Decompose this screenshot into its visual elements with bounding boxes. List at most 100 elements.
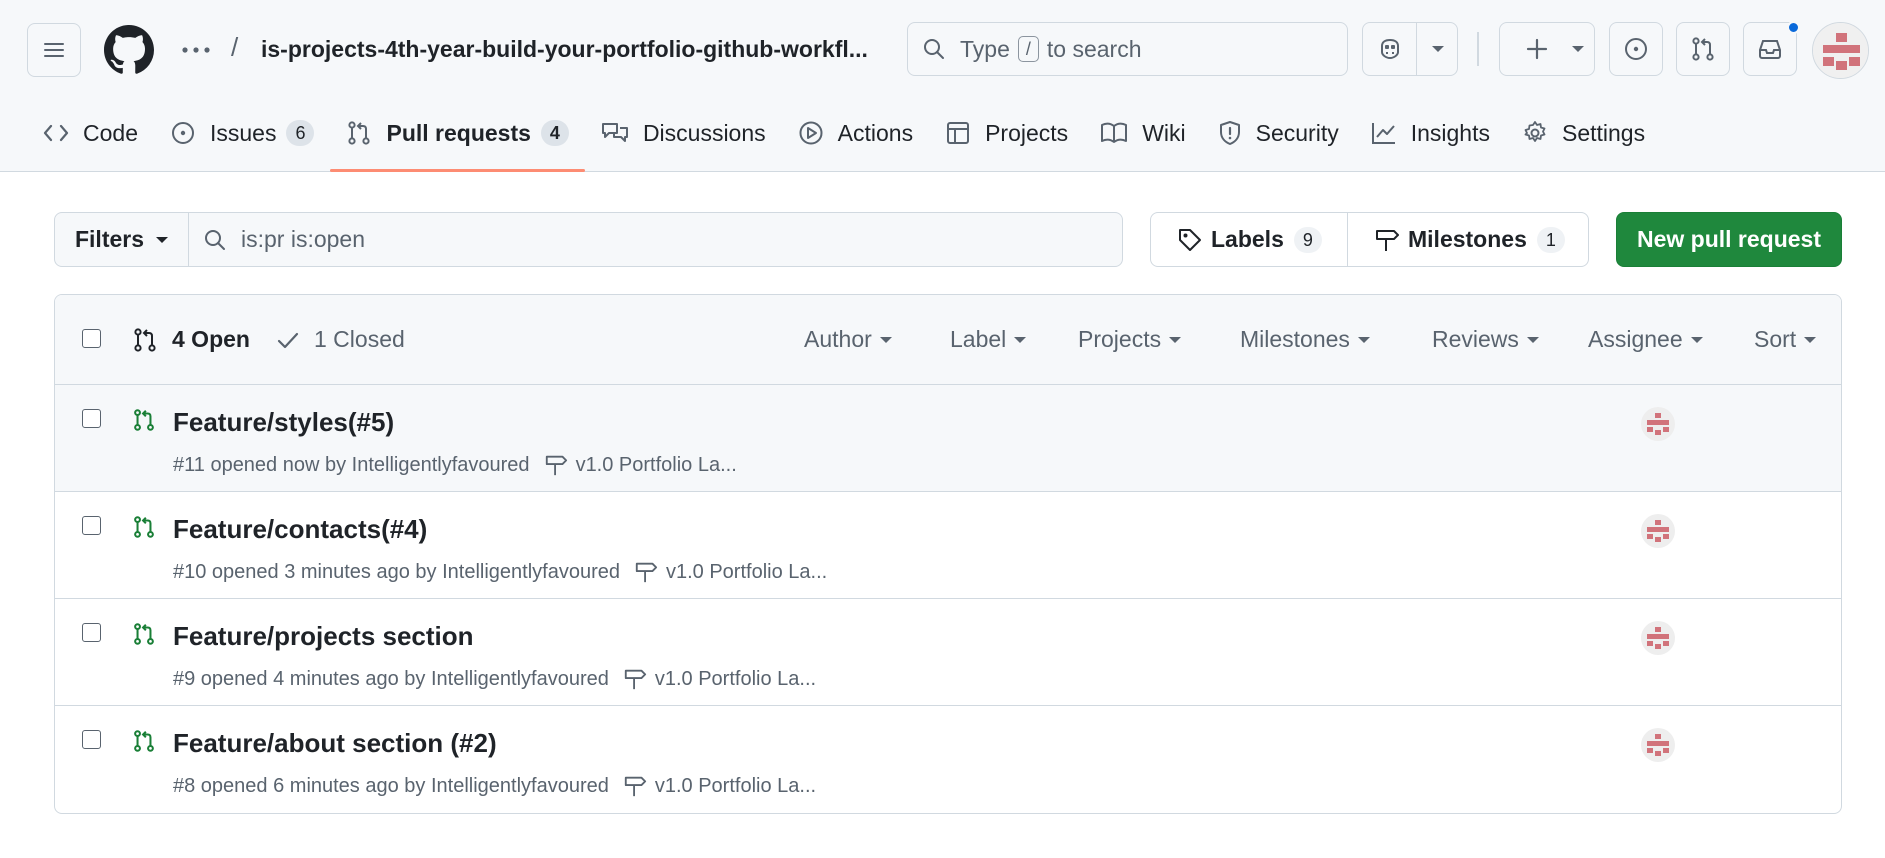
labels-label: Labels bbox=[1211, 226, 1284, 252]
table-icon bbox=[947, 122, 970, 144]
label-filter[interactable]: Label bbox=[950, 326, 1027, 353]
code-icon bbox=[43, 124, 69, 142]
issue-opened-icon bbox=[171, 122, 194, 144]
milestone-icon bbox=[624, 669, 646, 690]
opened-by-text: #10 opened 3 minutes ago by Intelligentl… bbox=[173, 560, 620, 583]
tab-label: Issues bbox=[209, 119, 277, 146]
pull-request-meta: #10 opened 3 minutes ago by Intelligentl… bbox=[173, 560, 827, 584]
open-filter-link[interactable]: 4 Open bbox=[132, 326, 250, 353]
pull-request-row[interactable]: Feature/styles(#5) #11 opened now by Int… bbox=[55, 385, 1841, 492]
milestones-button[interactable]: Milestones 1 bbox=[1348, 213, 1565, 266]
your-pull-requests-button[interactable] bbox=[1676, 22, 1730, 76]
git-pull-request-open-icon bbox=[134, 516, 154, 538]
tab-pull-requests[interactable]: Pull requests 4 bbox=[330, 100, 586, 172]
tab-wiki[interactable]: Wiki bbox=[1084, 100, 1201, 166]
tab-label: Code bbox=[83, 119, 138, 146]
tab-label: Projects bbox=[985, 119, 1069, 146]
reviews-filter[interactable]: Reviews bbox=[1432, 326, 1539, 353]
identicon bbox=[1647, 627, 1669, 649]
milestone-title: v1.0 Portfolio La... bbox=[654, 774, 817, 797]
sort-dropdown[interactable]: Sort bbox=[1754, 326, 1817, 353]
plus-icon bbox=[1526, 38, 1548, 60]
pull-request-title-link[interactable]: Feature/about section (#2) bbox=[173, 728, 497, 759]
pull-request-meta: #11 opened now by Intelligentlyfavoured … bbox=[173, 453, 737, 477]
tab-insights[interactable]: Insights bbox=[1355, 100, 1506, 166]
row-checkbox[interactable] bbox=[82, 409, 101, 428]
identicon bbox=[1813, 23, 1868, 78]
inbox-icon bbox=[1759, 40, 1781, 59]
tab-code[interactable]: Code bbox=[27, 100, 154, 166]
pull-request-meta: #8 opened 6 minutes ago by Intelligently… bbox=[173, 774, 816, 798]
comment-discussion-icon bbox=[601, 123, 628, 142]
triangle-down-icon bbox=[1014, 336, 1027, 343]
tab-label: Settings bbox=[1561, 119, 1646, 146]
row-checkbox[interactable] bbox=[82, 516, 101, 535]
filters-dropdown-button[interactable]: Filters bbox=[55, 213, 189, 266]
menu-icon bbox=[44, 43, 64, 57]
tab-label: Actions bbox=[837, 119, 914, 146]
row-checkbox[interactable] bbox=[82, 623, 101, 642]
opened-by-text: #11 opened now by Intelligentlyfavoured bbox=[173, 453, 530, 476]
search-icon bbox=[924, 39, 944, 59]
projects-filter[interactable]: Projects bbox=[1078, 326, 1182, 353]
assignee-avatar[interactable] bbox=[1641, 728, 1675, 762]
select-all-checkbox[interactable] bbox=[82, 329, 101, 348]
milestone-link[interactable]: v1.0 Portfolio La... bbox=[634, 560, 827, 584]
user-avatar[interactable] bbox=[1812, 22, 1869, 79]
author-filter[interactable]: Author bbox=[804, 326, 892, 353]
sort-label: Sort bbox=[1754, 326, 1797, 352]
pull-request-row[interactable]: Feature/projects section #9 opened 4 min… bbox=[55, 599, 1841, 706]
breadcrumb-more-button[interactable] bbox=[178, 32, 214, 68]
assignee-avatar[interactable] bbox=[1641, 514, 1675, 548]
search-prefix: Type bbox=[960, 35, 1010, 62]
github-logo[interactable] bbox=[102, 23, 156, 77]
milestone-icon bbox=[624, 776, 646, 797]
notification-indicator bbox=[1787, 21, 1800, 34]
milestone-link[interactable]: v1.0 Portfolio La... bbox=[623, 667, 816, 691]
check-icon bbox=[277, 332, 299, 348]
tab-label: Wiki bbox=[1142, 119, 1186, 146]
tab-discussions[interactable]: Discussions bbox=[585, 100, 782, 166]
pr-search-input[interactable]: is:pr is:open bbox=[189, 213, 1122, 266]
git-pull-request-open-icon bbox=[134, 623, 154, 645]
pull-request-title-link[interactable]: Feature/contacts(#4) bbox=[173, 514, 427, 545]
tab-label: Insights bbox=[1410, 119, 1490, 146]
assignee-avatar[interactable] bbox=[1641, 621, 1675, 655]
copilot-button[interactable] bbox=[1363, 23, 1417, 75]
tab-security[interactable]: Security bbox=[1202, 100, 1355, 166]
row-checkbox[interactable] bbox=[82, 730, 101, 749]
global-search-input[interactable]: Type / to search bbox=[907, 22, 1348, 76]
create-new-button[interactable] bbox=[1499, 22, 1595, 76]
closed-count-label: 1 Closed bbox=[314, 326, 405, 352]
triangle-down-icon bbox=[1357, 336, 1370, 343]
reviews-filter-label: Reviews bbox=[1432, 326, 1519, 352]
git-pull-request-open-icon bbox=[134, 409, 154, 431]
triangle-down-icon bbox=[879, 336, 892, 343]
pull-request-title-link[interactable]: Feature/projects section bbox=[173, 621, 474, 652]
copilot-dropdown-button[interactable] bbox=[1417, 23, 1458, 75]
tab-projects[interactable]: Projects bbox=[929, 100, 1084, 166]
labels-count-badge: 9 bbox=[1293, 226, 1322, 253]
closed-filter-link[interactable]: 1 Closed bbox=[276, 326, 405, 353]
milestones-count-badge: 1 bbox=[1536, 226, 1565, 253]
your-issues-button[interactable] bbox=[1609, 22, 1663, 76]
new-pull-request-button[interactable]: New pull request bbox=[1616, 212, 1842, 267]
milestone-link[interactable]: v1.0 Portfolio La... bbox=[623, 774, 816, 798]
pull-request-row[interactable]: Feature/contacts(#4) #10 opened 3 minute… bbox=[55, 492, 1841, 599]
issues-count-badge: 6 bbox=[286, 120, 315, 146]
assignee-avatar[interactable] bbox=[1641, 407, 1675, 441]
repo-title[interactable]: is-projects-4th-year-build-your-portfoli… bbox=[261, 36, 868, 63]
milestones-filter[interactable]: Milestones bbox=[1240, 326, 1370, 353]
pull-request-title-link[interactable]: Feature/styles(#5) bbox=[173, 407, 394, 438]
tab-issues[interactable]: Issues 6 bbox=[154, 100, 331, 166]
tab-settings[interactable]: Settings bbox=[1506, 100, 1661, 166]
milestone-link[interactable]: v1.0 Portfolio La... bbox=[544, 453, 737, 477]
breadcrumb-separator: / bbox=[231, 32, 239, 62]
tab-label: Pull requests bbox=[386, 119, 531, 146]
label-filter-label: Label bbox=[950, 326, 1007, 352]
labels-button[interactable]: Labels 9 bbox=[1151, 213, 1348, 266]
pull-request-row[interactable]: Feature/about section (#2) #8 opened 6 m… bbox=[55, 706, 1841, 813]
assignee-filter[interactable]: Assignee bbox=[1588, 326, 1703, 353]
tab-actions[interactable]: Actions bbox=[782, 100, 929, 166]
hamburger-menu-button[interactable] bbox=[27, 23, 81, 77]
